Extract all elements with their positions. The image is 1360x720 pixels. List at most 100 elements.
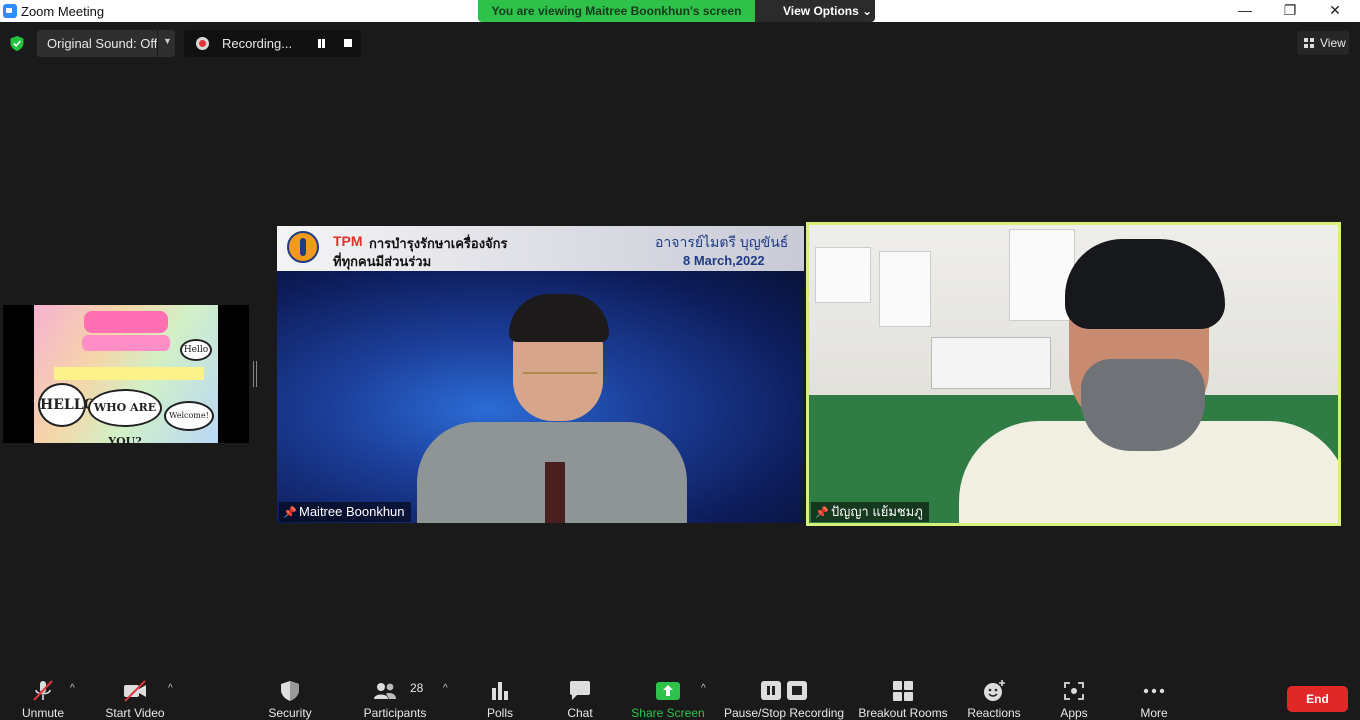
header-title-line2: ที่ทุกคนมีส่วนร่วม	[333, 254, 432, 269]
participants-count: 28	[410, 681, 424, 695]
view-options-label: View Options	[783, 4, 859, 18]
video-tile-slide[interactable]: Hello HELLO! WHO ARE YOU? Welcome!	[3, 305, 249, 443]
minimize-button[interactable]: —	[1222, 0, 1268, 22]
unmute-button[interactable]: Unmute	[14, 665, 72, 720]
chat-button[interactable]: Chat	[558, 665, 602, 720]
reactions-smiley-icon	[984, 680, 1005, 701]
speech-bubble-welcome: Welcome!	[164, 401, 214, 431]
participant-name: ปัญญา แย้มชมภู	[831, 504, 923, 519]
pause-stop-recording-icon	[761, 681, 807, 700]
participant-video-glasses	[523, 372, 597, 386]
reactions-button[interactable]: Reactions	[964, 665, 1024, 720]
record-dot-icon	[196, 37, 209, 50]
slide-text-stripe	[54, 367, 204, 380]
chevron-down-icon[interactable]: ▼	[163, 36, 172, 46]
speech-bubble-hello: Hello	[180, 339, 212, 361]
reactions-label: Reactions	[967, 706, 1021, 720]
zoom-app-icon	[3, 4, 17, 18]
polls-label: Polls	[486, 706, 513, 720]
chevron-up-icon: ^	[70, 683, 75, 694]
wall-paper	[879, 251, 931, 327]
meeting-controls-toolbar: Unmute ^ Start Video ^ Security 28 Parti…	[0, 665, 1360, 720]
participants-options-caret[interactable]: ^	[441, 665, 455, 719]
participant-video-mask	[1081, 359, 1205, 451]
breakout-rooms-label: Breakout Rooms	[858, 706, 948, 720]
unmute-label: Unmute	[21, 706, 65, 720]
slide-heading-banner	[84, 311, 168, 333]
encryption-shield-icon[interactable]	[10, 36, 24, 51]
breakout-rooms-grid-icon	[893, 681, 913, 701]
share-screen-button[interactable]: Share Screen	[630, 665, 706, 720]
participant-video-tie	[545, 462, 565, 523]
window-title: Zoom Meeting	[21, 4, 105, 19]
participant-name-tag: 📌 ปัญญา แย้มชมภู	[811, 502, 929, 522]
participant-name-tag: 📌 Maitree Boonkhun	[279, 502, 411, 522]
share-screen-label: Share Screen	[631, 706, 705, 720]
video-options-caret[interactable]: ^	[166, 665, 180, 719]
start-video-label: Start Video	[105, 706, 165, 720]
more-dots-icon	[1143, 688, 1165, 694]
pause-recording-icon[interactable]	[317, 39, 326, 48]
start-video-button[interactable]: Start Video	[100, 665, 170, 720]
security-button[interactable]: Security	[262, 665, 318, 720]
chevron-up-icon: ^	[443, 683, 448, 694]
share-screen-arrow-icon	[656, 682, 680, 700]
pin-icon: 📌	[283, 507, 297, 519]
microphone-muted-icon	[33, 680, 53, 701]
slide-subheading-banner	[82, 335, 170, 351]
end-meeting-button[interactable]: End	[1287, 686, 1348, 712]
maximize-button[interactable]: ❐	[1267, 0, 1313, 22]
pause-stop-recording-button[interactable]: Pause/Stop Recording	[724, 665, 845, 720]
panel-resize-handle[interactable]	[253, 361, 257, 387]
screen-share-banner: You are viewing Maitree Boonkhun's scree…	[478, 0, 875, 22]
wall-calendar	[931, 337, 1051, 389]
apps-label: Apps	[1060, 706, 1088, 720]
people-dynamic-logo-icon	[287, 231, 319, 263]
view-button[interactable]: View	[1297, 31, 1349, 55]
security-label: Security	[268, 706, 312, 720]
recording-label: Recording...	[222, 36, 293, 51]
stop-recording-icon[interactable]	[344, 39, 352, 47]
header-teacher-name: อาจารย์ไมตรี บุญขันธ์	[655, 234, 789, 250]
chevron-up-icon: ^	[168, 683, 173, 694]
chevron-up-icon: ^	[701, 683, 706, 694]
participants-button[interactable]: 28 Participants	[360, 665, 430, 720]
audio-options-caret[interactable]: ^	[68, 665, 82, 719]
shared-slide-image: Hello HELLO! WHO ARE YOU? Welcome!	[34, 305, 218, 443]
view-options-button[interactable]: View Options ⌄	[755, 0, 875, 22]
original-sound-toggle[interactable]: Original Sound: Off ▼	[37, 30, 175, 57]
original-sound-label: Original Sound: Off	[47, 36, 158, 51]
close-button[interactable]: ✕	[1312, 0, 1358, 22]
grid-view-icon	[1304, 38, 1314, 48]
header-tpm: TPM	[333, 233, 363, 249]
viewing-screen-label: You are viewing Maitree Boonkhun's scree…	[478, 0, 755, 22]
apps-button[interactable]: Apps	[1052, 665, 1096, 720]
apps-icon	[1064, 682, 1084, 700]
shield-icon	[281, 681, 299, 701]
pin-icon: 📌	[815, 507, 829, 519]
more-label: More	[1140, 706, 1168, 720]
participant-name: Maitree Boonkhun	[299, 504, 405, 519]
header-date: 8 March,2022	[683, 253, 765, 268]
participants-icon	[373, 683, 396, 699]
divider	[157, 30, 158, 57]
more-button[interactable]: More	[1132, 665, 1176, 720]
view-label: View	[1320, 36, 1346, 50]
wall-paper	[815, 247, 871, 303]
recording-indicator: Recording...	[184, 30, 361, 57]
speech-bubble-hello-large: HELLO!	[38, 383, 102, 427]
chat-bubble-icon	[570, 681, 590, 700]
polls-button[interactable]: Polls	[478, 665, 522, 720]
participants-label: Participants	[363, 706, 427, 720]
pause-stop-recording-label: Pause/Stop Recording	[724, 706, 845, 720]
chevron-down-icon: ⌄	[862, 4, 873, 18]
video-tile-active-speaker[interactable]: 📌 ปัญญา แย้มชมภู	[806, 222, 1341, 526]
video-tile-maitree[interactable]: TPM การบำรุงรักษาเครื่องจักร ที่ทุกคนมีส…	[277, 226, 804, 523]
virtual-background-header: TPM การบำรุงรักษาเครื่องจักร ที่ทุกคนมีส…	[277, 226, 804, 271]
polls-bar-chart-icon	[492, 682, 508, 700]
share-options-caret[interactable]: ^	[699, 665, 713, 719]
chat-label: Chat	[567, 706, 593, 720]
video-camera-off-icon	[124, 680, 146, 702]
speech-bubble-who-are-you: WHO ARE YOU?	[88, 389, 162, 443]
breakout-rooms-button[interactable]: Breakout Rooms	[857, 665, 949, 720]
